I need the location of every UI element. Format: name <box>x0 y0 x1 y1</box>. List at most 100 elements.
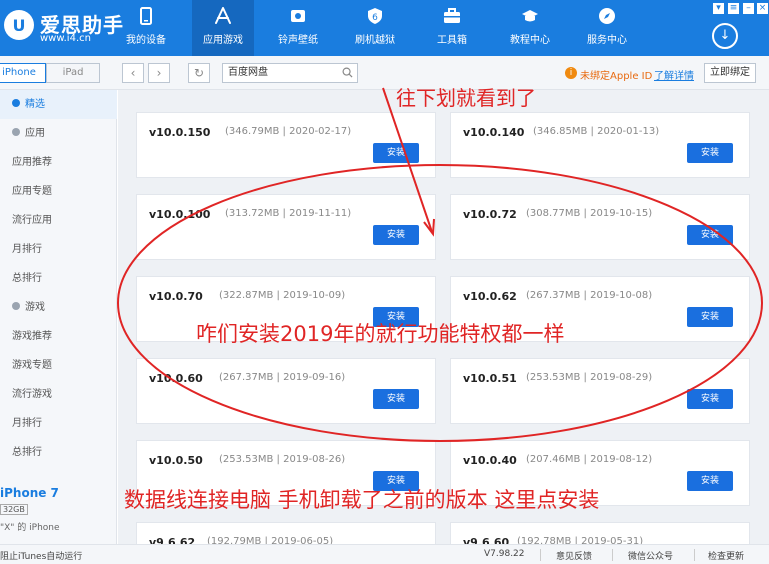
refresh-icon: ↻ <box>193 66 205 80</box>
version-card: v10.0.150 (346.79MB | 2020-02-17) 安装 <box>136 112 436 178</box>
version-meta: (253.53MB | 2019-08-26) <box>219 454 346 465</box>
version-meta: (267.37MB | 2019-10-08) <box>526 290 653 301</box>
status-bar: 阻止iTunes自动运行 V7.98.22 意见反馈 微信公众号 检查更新 <box>0 544 769 564</box>
divider <box>612 549 613 561</box>
sidebar-item-game-topics[interactable]: 游戏专题 <box>0 351 117 380</box>
chevron-right-icon: › <box>156 66 162 80</box>
sidebar-item-featured[interactable]: 精选 <box>0 90 117 119</box>
tab-ipad[interactable]: iPad <box>46 63 100 83</box>
divider <box>540 549 541 561</box>
star-icon <box>12 99 20 107</box>
sidebar-item-app-topics[interactable]: 应用专题 <box>0 177 117 206</box>
toolbox-icon <box>444 8 460 23</box>
version-meta: (207.46MB | 2019-08-12) <box>526 454 653 465</box>
version-meta: (346.79MB | 2020-02-17) <box>225 126 352 137</box>
check-update-link[interactable]: 检查更新 <box>708 549 744 562</box>
phone-icon <box>140 7 152 25</box>
nav-label: 铃声壁纸 <box>278 35 318 46</box>
top-header: U 爱思助手 www.i4.cn 我的设备 应用游戏 铃声壁纸 6 刷机越狱 工… <box>0 0 769 56</box>
install-button[interactable]: 安装 <box>373 389 419 409</box>
music-icon <box>291 10 305 22</box>
version-meta: (192.79MB | 2019-06-05) <box>207 536 334 544</box>
install-button[interactable]: 安装 <box>687 143 733 163</box>
version-meta: (346.85MB | 2020-01-13) <box>533 126 660 137</box>
app-url: www.i4.cn <box>40 33 91 44</box>
app-store-icon <box>215 7 231 24</box>
annotation-top: 往下划就看到了 <box>396 86 536 110</box>
version-meta: (253.53MB | 2019-08-29) <box>526 372 653 383</box>
nav-label: 我的设备 <box>126 35 166 46</box>
learn-more-link[interactable]: 了解详情 <box>654 67 694 82</box>
nav-tutorials[interactable]: 教程中心 <box>499 0 561 56</box>
nav-label: 服务中心 <box>587 35 627 46</box>
sidebar-item-game-total[interactable]: 总排行 <box>0 438 117 467</box>
nav-ringtones[interactable]: 铃声壁纸 <box>267 0 329 56</box>
nav-my-device[interactable]: 我的设备 <box>115 0 177 56</box>
version-number: v10.0.70 <box>149 290 203 303</box>
sidebar-item-app-monthly[interactable]: 月排行 <box>0 235 117 264</box>
gamepad-icon <box>12 302 20 310</box>
device-name[interactable]: iPhone 7 <box>0 486 59 500</box>
download-icon[interactable]: ↓ <box>712 23 738 49</box>
menu-icon[interactable]: ▾ <box>713 3 724 14</box>
install-button[interactable]: 安装 <box>687 307 733 327</box>
search-input[interactable]: 百度网盘 <box>222 63 358 83</box>
install-button[interactable]: 安装 <box>373 225 419 245</box>
graduation-cap-icon <box>522 10 538 22</box>
nav-apps-games[interactable]: 应用游戏 <box>192 0 254 56</box>
app-version: V7.98.22 <box>484 549 525 559</box>
version-number: v10.0.40 <box>463 454 517 467</box>
version-number: v10.0.150 <box>149 126 211 139</box>
version-meta: (267.37MB | 2019-09-16) <box>219 372 346 383</box>
chevron-left-icon: ‹ <box>130 66 136 80</box>
version-meta: (313.72MB | 2019-11-11) <box>225 208 352 219</box>
annotation-bottom: 数据线连接电脑 手机卸载了之前的版本 这里点安装 <box>124 488 600 512</box>
refresh-button[interactable]: ↻ <box>188 63 210 83</box>
version-meta: (322.87MB | 2019-10-09) <box>219 290 346 301</box>
search-icon[interactable] <box>342 67 353 78</box>
version-card: v9.6.62 (192.79MB | 2019-06-05) 安装 <box>136 522 436 544</box>
divider <box>694 549 695 561</box>
feedback-link[interactable]: 意见反馈 <box>556 549 592 562</box>
back-button[interactable]: ‹ <box>122 63 144 83</box>
version-meta: (192.78MB | 2019-05-31) <box>517 536 644 544</box>
version-number: v10.0.100 <box>149 208 211 221</box>
sidebar-item-label: 游戏 <box>25 302 45 313</box>
sidebar-item-game-monthly[interactable]: 月排行 <box>0 409 117 438</box>
install-button[interactable]: 安装 <box>687 471 733 491</box>
nav-service[interactable]: 服务中心 <box>576 0 638 56</box>
install-button[interactable]: 安装 <box>687 389 733 409</box>
bind-now-button[interactable]: 立即绑定 <box>704 63 756 83</box>
version-number: v9.6.60 <box>463 536 510 544</box>
sidebar-item-games[interactable]: 游戏 <box>0 293 117 322</box>
sidebar-item-label: 精选 <box>25 99 45 110</box>
install-button[interactable]: 安装 <box>373 143 419 163</box>
settings-icon[interactable]: ≡ <box>728 3 739 14</box>
annotation-middle: 咋们安装2019年的就行功能特权都一样 <box>196 322 565 346</box>
close-icon[interactable]: × <box>757 3 768 14</box>
apple-id-status: 未绑定Apple ID <box>580 71 653 82</box>
tab-iphone[interactable]: iPhone <box>0 63 46 83</box>
nav-label: 应用游戏 <box>203 35 243 46</box>
wechat-link[interactable]: 微信公众号 <box>628 549 673 562</box>
logo-icon: U <box>4 10 34 40</box>
sidebar-item-game-recommend[interactable]: 游戏推荐 <box>0 322 117 351</box>
toolbar: iPhone iPad ‹ › ↻ 百度网盘 i 未绑定Apple ID 了解详… <box>0 56 769 90</box>
sidebar-item-label: 应用 <box>25 128 45 139</box>
sidebar-item-app-total[interactable]: 总排行 <box>0 264 117 293</box>
version-card: v10.0.51 (253.53MB | 2019-08-29) 安装 <box>450 358 750 424</box>
sidebar-item-app-recommend[interactable]: 应用推荐 <box>0 148 117 177</box>
device-owner: "X" 的 iPhone <box>0 523 60 533</box>
version-card: v10.0.72 (308.77MB | 2019-10-15) 安装 <box>450 194 750 260</box>
version-number: v10.0.60 <box>149 372 203 385</box>
sidebar-item-apps[interactable]: 应用 <box>0 119 117 148</box>
install-button[interactable]: 安装 <box>687 225 733 245</box>
block-itunes-toggle[interactable]: 阻止iTunes自动运行 <box>0 549 82 562</box>
sidebar-item-popular-apps[interactable]: 流行应用 <box>0 206 117 235</box>
minimize-icon[interactable]: – <box>743 3 754 14</box>
warning-icon: i <box>565 67 577 79</box>
sidebar-item-popular-games[interactable]: 流行游戏 <box>0 380 117 409</box>
nav-flash-jailbreak[interactable]: 6 刷机越狱 <box>344 0 406 56</box>
forward-button[interactable]: › <box>148 63 170 83</box>
nav-toolbox[interactable]: 工具箱 <box>421 0 483 56</box>
